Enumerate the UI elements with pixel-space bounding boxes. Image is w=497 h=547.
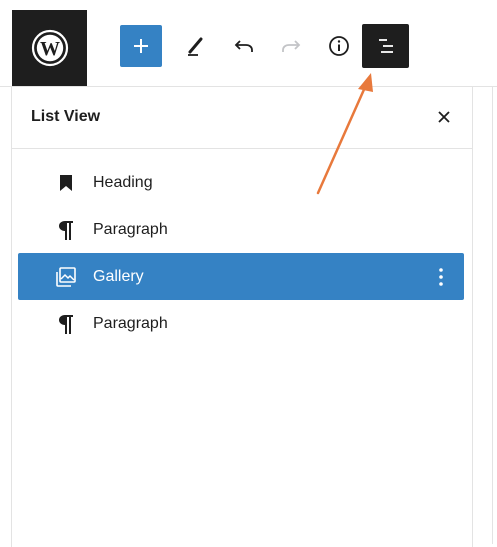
list-item-paragraph[interactable]: Paragraph (18, 206, 464, 253)
list-item-gallery[interactable]: Gallery (18, 253, 464, 300)
undo-button[interactable] (223, 25, 265, 67)
pencil-icon (188, 37, 203, 56)
panel-header: List View (12, 87, 472, 149)
plus-icon (134, 39, 148, 53)
redo-button[interactable] (270, 25, 312, 67)
list-item-label: Gallery (93, 268, 144, 285)
editor-toolbar: W (0, 0, 497, 87)
list-item-label: Paragraph (93, 315, 168, 332)
list-item-label: Heading (93, 174, 153, 191)
redo-icon (282, 40, 301, 52)
close-button[interactable] (432, 105, 456, 129)
list-item-heading[interactable]: Heading (18, 159, 464, 206)
list-view-button[interactable] (362, 24, 409, 68)
tools-button[interactable] (175, 25, 217, 67)
info-icon (329, 36, 349, 56)
pilcrow-icon (54, 218, 78, 242)
gallery-icon (54, 265, 78, 289)
block-list: Heading Paragraph Gallery Paragraph (18, 159, 464, 347)
wordpress-logo-icon[interactable]: W (12, 10, 87, 86)
panel-title: List View (31, 108, 101, 125)
list-item-label: Paragraph (93, 221, 168, 238)
divider (492, 86, 493, 544)
details-button[interactable] (318, 25, 360, 67)
svg-text:W: W (40, 38, 60, 60)
list-view-icon (378, 39, 393, 53)
bookmark-icon (54, 171, 78, 195)
add-block-button[interactable] (120, 25, 162, 67)
undo-icon (234, 40, 253, 52)
more-options-icon[interactable] (432, 265, 450, 289)
close-icon (438, 111, 450, 123)
list-view-panel: List View Heading Paragraph Gallery Para… (11, 87, 473, 547)
pilcrow-icon (54, 312, 78, 336)
list-item-paragraph[interactable]: Paragraph (18, 300, 464, 347)
